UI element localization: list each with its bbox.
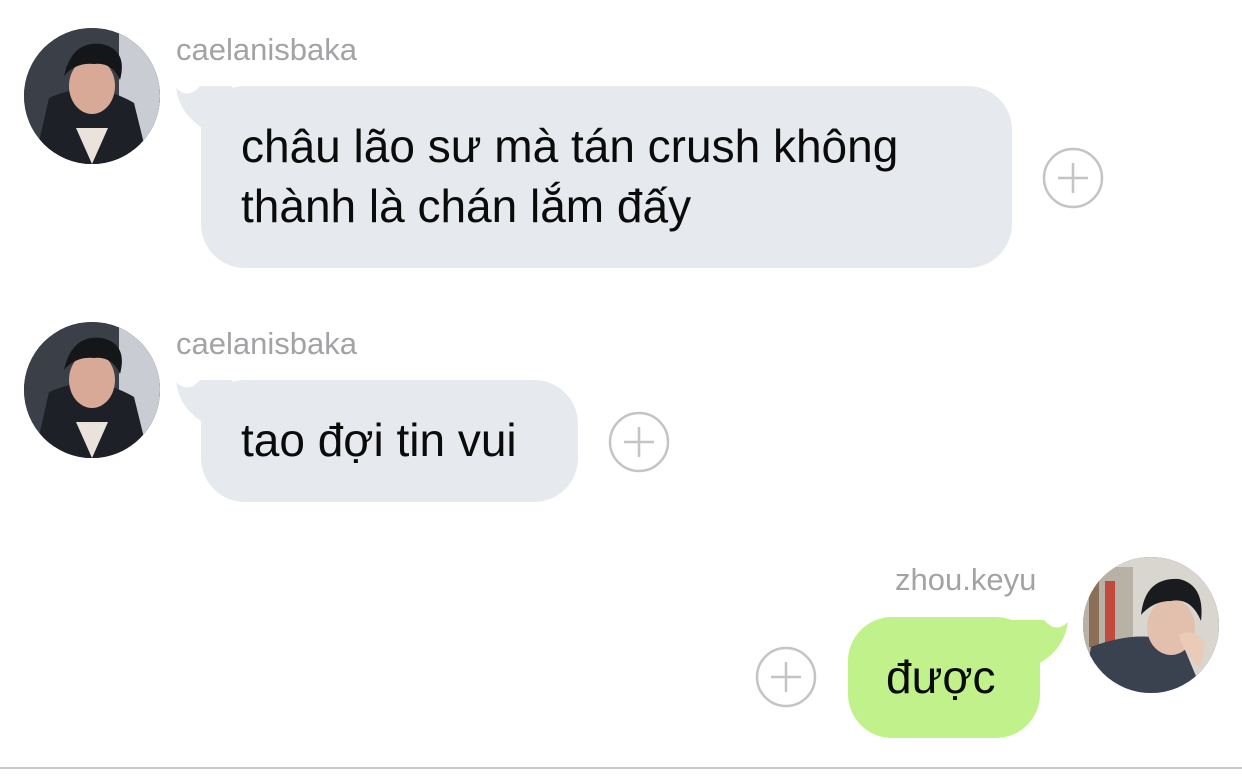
message-line: tao đợi tin vui <box>241 414 517 466</box>
user-avatar[interactable] <box>1083 557 1219 693</box>
plus-circle-icon <box>1042 147 1104 209</box>
message-line: thành là chán lắm đấy <box>241 180 692 232</box>
sender-avatar[interactable] <box>24 322 160 458</box>
bottom-divider <box>0 767 1242 769</box>
message-bubble[interactable]: được <box>848 617 1040 738</box>
avatar-image <box>24 322 160 458</box>
sender-username: caelanisbaka <box>176 32 357 67</box>
plus-circle-icon <box>608 411 670 473</box>
message-line: được <box>886 651 996 703</box>
plus-circle-icon <box>755 646 817 708</box>
avatar-image <box>1083 557 1219 693</box>
avatar-image <box>24 28 160 164</box>
add-reaction-button[interactable] <box>608 411 670 473</box>
message-line: châu lão sư mà tán crush không <box>241 120 899 172</box>
message-bubble[interactable]: tao đợi tin vui <box>201 380 578 502</box>
sender-username: caelanisbaka <box>176 326 357 361</box>
sender-avatar[interactable] <box>24 28 160 164</box>
add-reaction-button[interactable] <box>755 646 817 708</box>
add-reaction-button[interactable] <box>1042 147 1104 209</box>
message-bubble[interactable]: châu lão sư mà tán crush không thành là … <box>201 86 1012 268</box>
sender-username: zhou.keyu <box>895 562 1037 597</box>
